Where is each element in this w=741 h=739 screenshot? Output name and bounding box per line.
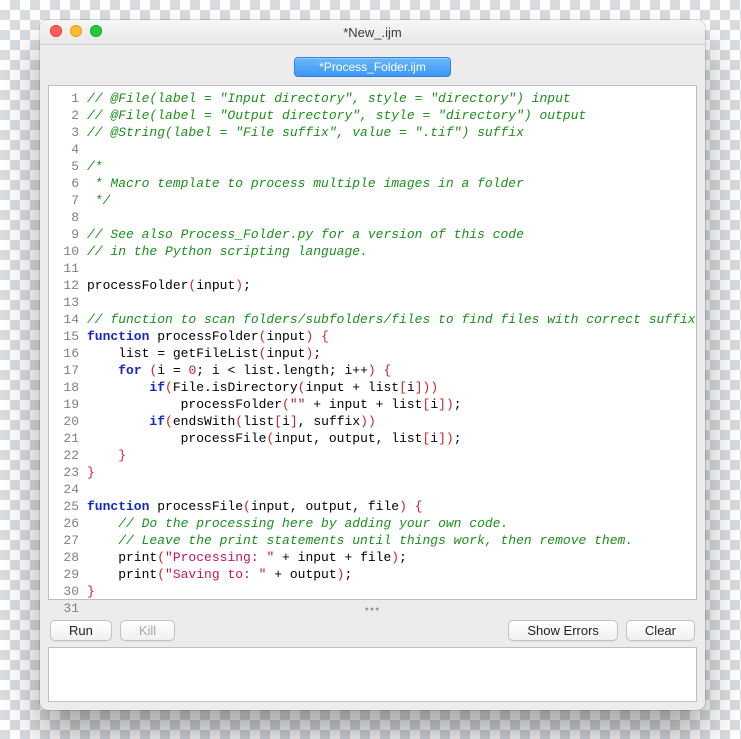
clear-button[interactable]: Clear: [626, 620, 695, 641]
line-number-gutter: 1234567891011121314151617181920212223242…: [49, 86, 83, 599]
close-icon[interactable]: [50, 25, 62, 37]
line-number: 25: [49, 498, 79, 515]
code-line[interactable]: // See also Process_Folder.py for a vers…: [87, 226, 692, 243]
code-line[interactable]: [87, 481, 692, 498]
button-row: Run Kill Show Errors Clear: [48, 620, 697, 641]
line-number: 18: [49, 379, 79, 396]
line-number: 22: [49, 447, 79, 464]
line-number: 26: [49, 515, 79, 532]
line-number: 4: [49, 141, 79, 158]
line-number: 15: [49, 328, 79, 345]
tab-process-folder[interactable]: *Process_Folder.ijm: [294, 57, 451, 77]
line-number: 2: [49, 107, 79, 124]
line-number: 17: [49, 362, 79, 379]
code-line[interactable]: // function to scan folders/subfolders/f…: [87, 311, 692, 328]
line-number: 9: [49, 226, 79, 243]
code-line[interactable]: function processFile(input, output, file…: [87, 498, 692, 515]
zoom-icon[interactable]: [90, 25, 102, 37]
line-number: 3: [49, 124, 79, 141]
line-number: 8: [49, 209, 79, 226]
line-number: 24: [49, 481, 79, 498]
code-line[interactable]: [87, 141, 692, 158]
line-number: 10: [49, 243, 79, 260]
line-number: 12: [49, 277, 79, 294]
line-number: 27: [49, 532, 79, 549]
code-line[interactable]: // Leave the print statements until thin…: [87, 532, 692, 549]
run-button[interactable]: Run: [50, 620, 112, 641]
code-area[interactable]: // @File(label = "Input directory", styl…: [83, 86, 696, 599]
code-line[interactable]: // Do the processing here by adding your…: [87, 515, 692, 532]
code-line[interactable]: }: [87, 447, 692, 464]
line-number: 21: [49, 430, 79, 447]
code-line[interactable]: // @String(label = "File suffix", value …: [87, 124, 692, 141]
line-number: 28: [49, 549, 79, 566]
code-line[interactable]: list = getFileList(input);: [87, 345, 692, 362]
line-number: 11: [49, 260, 79, 277]
editor-window: *New_.ijm *Process_Folder.ijm 1234567891…: [40, 20, 705, 710]
code-line[interactable]: if(File.isDirectory(input + list[i])): [87, 379, 692, 396]
window-controls: [50, 25, 102, 37]
tab-bar: *Process_Folder.ijm: [48, 53, 697, 79]
line-number: 7: [49, 192, 79, 209]
titlebar[interactable]: *New_.ijm: [40, 20, 705, 45]
line-number: 30: [49, 583, 79, 600]
line-number: 23: [49, 464, 79, 481]
code-line[interactable]: processFolder(input);: [87, 277, 692, 294]
window-title: *New_.ijm: [343, 25, 402, 40]
code-line[interactable]: [87, 294, 692, 311]
code-line[interactable]: processFile(input, output, list[i]);: [87, 430, 692, 447]
code-line[interactable]: [87, 209, 692, 226]
resize-grip[interactable]: ●●●: [48, 606, 697, 614]
show-errors-button[interactable]: Show Errors: [508, 620, 618, 641]
code-line[interactable]: }: [87, 583, 692, 599]
code-line[interactable]: processFolder("" + input + list[i]);: [87, 396, 692, 413]
line-number: 6: [49, 175, 79, 192]
content-area: *Process_Folder.ijm 12345678910111213141…: [40, 45, 705, 710]
line-number: 20: [49, 413, 79, 430]
output-console[interactable]: [48, 647, 697, 702]
code-line[interactable]: * Macro template to process multiple ima…: [87, 175, 692, 192]
code-line[interactable]: for (i = 0; i < list.length; i++) {: [87, 362, 692, 379]
kill-button[interactable]: Kill: [120, 620, 175, 641]
code-line[interactable]: // @File(label = "Input directory", styl…: [87, 90, 692, 107]
code-line[interactable]: /*: [87, 158, 692, 175]
code-line[interactable]: // in the Python scripting language.: [87, 243, 692, 260]
line-number: 1: [49, 90, 79, 107]
code-line[interactable]: if(endsWith(list[i], suffix)): [87, 413, 692, 430]
line-number: 14: [49, 311, 79, 328]
code-line[interactable]: print("Saving to: " + output);: [87, 566, 692, 583]
line-number: 29: [49, 566, 79, 583]
code-line[interactable]: print("Processing: " + input + file);: [87, 549, 692, 566]
line-number: 5: [49, 158, 79, 175]
minimize-icon[interactable]: [70, 25, 82, 37]
code-line[interactable]: function processFolder(input) {: [87, 328, 692, 345]
code-line[interactable]: */: [87, 192, 692, 209]
code-line[interactable]: [87, 260, 692, 277]
line-number: 19: [49, 396, 79, 413]
line-number: 13: [49, 294, 79, 311]
code-line[interactable]: // @File(label = "Output directory", sty…: [87, 107, 692, 124]
line-number: 16: [49, 345, 79, 362]
code-line[interactable]: }: [87, 464, 692, 481]
code-editor[interactable]: 1234567891011121314151617181920212223242…: [48, 85, 697, 600]
